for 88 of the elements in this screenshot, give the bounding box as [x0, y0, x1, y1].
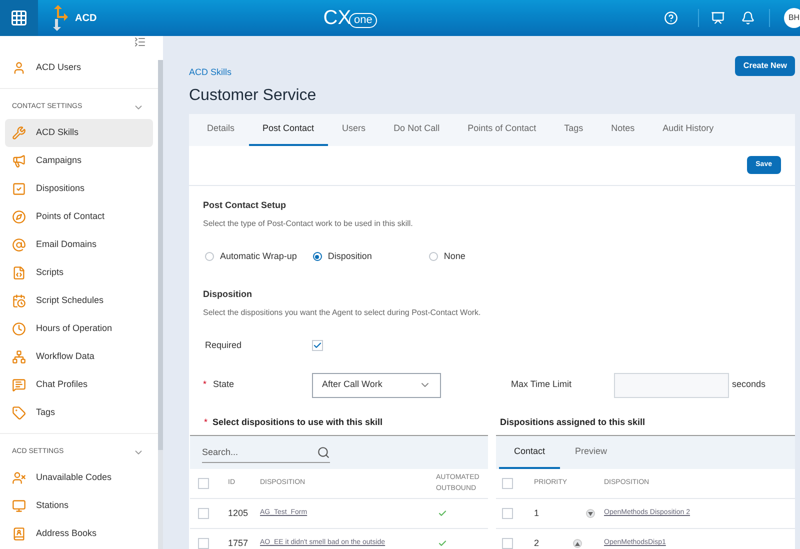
sidebar-item[interactable]: Email Domains: [5, 231, 153, 259]
section-title: Disposition: [203, 288, 253, 301]
section-title: Post Contact Setup: [203, 198, 288, 212]
tab[interactable]: Do Not Call: [380, 114, 454, 146]
sidebar-item[interactable]: Address Books: [5, 520, 153, 548]
notifications-icon[interactable]: [741, 11, 755, 25]
menu-icon: [12, 210, 26, 224]
radio-label: Disposition: [328, 250, 372, 263]
table-cell-text: 1: [534, 506, 540, 520]
tab[interactable]: Notes: [597, 114, 649, 146]
tab[interactable]: Points of Contact: [454, 114, 550, 146]
tab[interactable]: Users: [328, 114, 380, 146]
search-field[interactable]: Search...: [202, 443, 302, 461]
menu-icon: [12, 406, 26, 420]
panel-title: Dispositions assigned to this skill: [500, 416, 646, 426]
cxone-logo: CX one: [323, 8, 378, 28]
checkbox[interactable]: [198, 508, 209, 519]
checkbox[interactable]: [502, 478, 513, 489]
menu-icon: [12, 527, 26, 541]
table-cell-text: 1757: [228, 536, 250, 549]
app-name: ACD: [75, 12, 97, 26]
required-mark: *: [204, 416, 208, 428]
user-avatar[interactable]: BH: [784, 8, 800, 28]
section-description: Select the dispositions you want the Agent to select during Post-Contact Work.: [203, 307, 482, 319]
menu-icon: [12, 471, 26, 485]
sidebar-item[interactable]: Chat Profiles: [5, 371, 153, 399]
tab[interactable]: Tags: [550, 114, 598, 146]
checkbox[interactable]: [502, 508, 513, 519]
sidebar-item[interactable]: Tags: [5, 399, 153, 427]
radio-button[interactable]: [428, 252, 438, 262]
tab[interactable]: Audit History: [648, 114, 728, 146]
sidebar-item[interactable]: Dispositions: [5, 175, 153, 203]
field-label: State: [213, 378, 236, 392]
sidebar-item[interactable]: Campaigns: [5, 147, 153, 175]
unit-label: seconds: [732, 378, 766, 392]
collapse-sidebar-icon[interactable]: [134, 36, 146, 48]
menu-icon: [12, 126, 26, 140]
tab[interactable]: Contact: [499, 436, 560, 469]
create-new-button[interactable]: Create New: [735, 56, 795, 76]
field-label: Required: [205, 339, 243, 352]
table-cell-text: 2: [534, 536, 540, 549]
tab[interactable]: Details: [193, 114, 249, 146]
checkbox[interactable]: [198, 478, 209, 489]
app-launcher[interactable]: [0, 0, 38, 36]
menu-icon: [12, 61, 26, 75]
menu-icon: [12, 266, 26, 280]
section-description: Select the type of Post-Contact work to be used in this skill.: [203, 218, 414, 230]
presentation-icon[interactable]: [711, 11, 725, 25]
sidebar-item[interactable]: Stations: [5, 492, 153, 520]
sidebar-item[interactable]: Script Schedules: [5, 287, 153, 315]
sidebar-item[interactable]: Scripts: [5, 259, 153, 287]
table-cell-text: 1205: [228, 506, 250, 520]
menu-icon: [12, 154, 26, 168]
radio-label: Automatic Wrap-up: [220, 250, 297, 263]
menu-icon: [12, 322, 26, 336]
menu-icon: [12, 378, 26, 392]
move-up-icon[interactable]: [573, 539, 582, 548]
breadcrumb-link[interactable]: ACD Skills: [189, 66, 316, 80]
checkbox[interactable]: [312, 340, 323, 352]
menu-icon: [12, 350, 26, 364]
max-time-input[interactable]: [614, 372, 729, 398]
panel-title: Select dispositions to use with this skill: [212, 416, 383, 429]
menu-icon: [12, 294, 26, 308]
sidebar-item[interactable]: Unavailable Codes: [5, 464, 153, 492]
sidebar-item[interactable]: Points of Contact: [5, 203, 153, 231]
help-icon[interactable]: [664, 11, 678, 25]
radio-button[interactable]: [312, 252, 322, 262]
required-mark: *: [203, 378, 208, 392]
scrollbar[interactable]: [158, 60, 163, 549]
radio-label: None: [444, 250, 466, 263]
radio-button[interactable]: [205, 252, 214, 262]
search-icon[interactable]: [317, 446, 330, 458]
checkbox[interactable]: [502, 538, 513, 549]
move-down-icon[interactable]: [586, 509, 595, 518]
state-select[interactable]: After Call Work: [312, 372, 441, 398]
field-label: Max Time Limit: [511, 378, 573, 392]
grid-icon: [10, 9, 28, 27]
menu-icon: [12, 238, 26, 252]
sidebar-item[interactable]: ACD Users: [5, 54, 153, 82]
sidebar-item[interactable]: ACD Skills: [5, 119, 153, 147]
tab[interactable]: Preview: [560, 436, 622, 469]
menu-icon: [12, 182, 26, 196]
menu-icon: [12, 499, 26, 513]
sidebar-item[interactable]: Workflow Data: [5, 343, 153, 371]
sidebar-item[interactable]: Hours of Operation: [5, 315, 153, 343]
page-title: Customer Service: [189, 86, 316, 106]
checkbox[interactable]: [198, 538, 209, 549]
tab[interactable]: Post Contact: [248, 114, 328, 146]
